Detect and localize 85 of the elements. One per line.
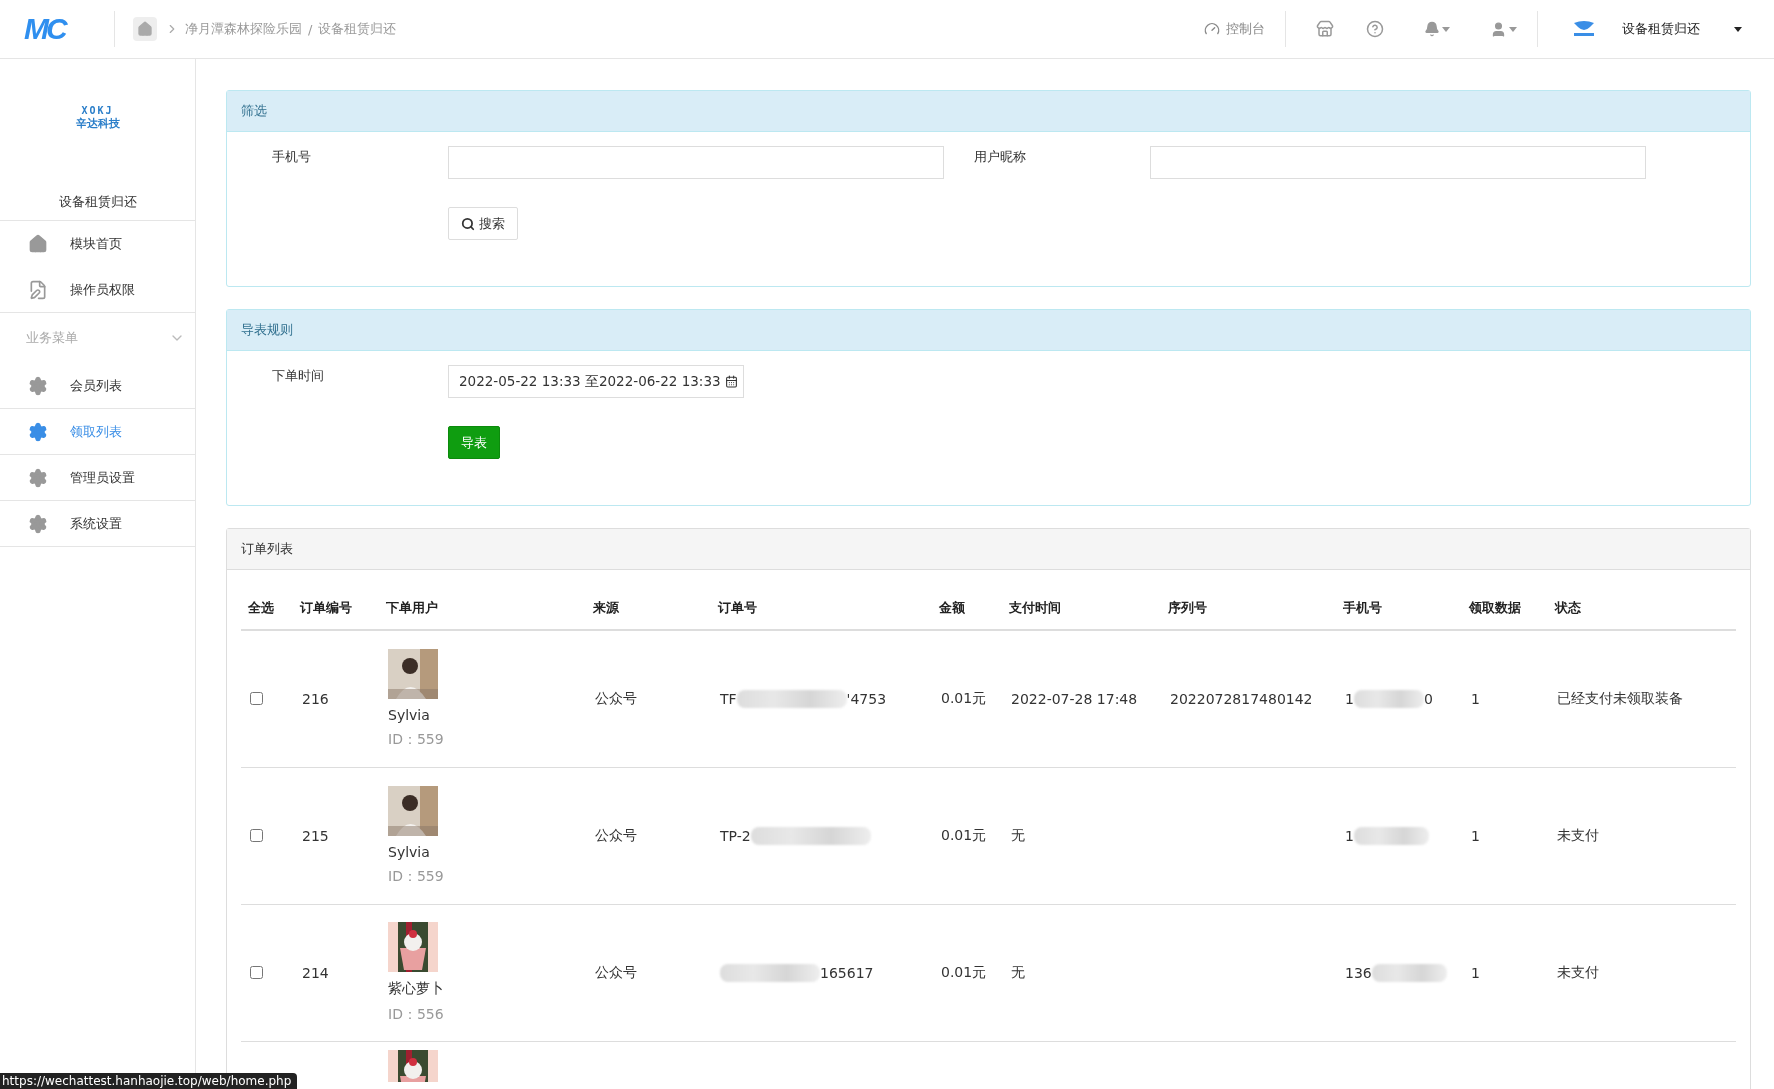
field-label: 用户昵称	[973, 148, 1027, 166]
search-button[interactable]: 搜索	[448, 207, 518, 240]
column-header: 来源	[592, 598, 620, 617]
table-cell-text: 1 0	[1344, 690, 1434, 708]
field-label: 下单时间	[271, 367, 325, 385]
column-header: 手机号	[1342, 598, 1383, 617]
table-cell-text: 无	[1010, 964, 1026, 982]
column-header: 支付时间	[1008, 598, 1062, 617]
redaction-blur	[1353, 690, 1424, 708]
user-id: ID：559	[388, 731, 444, 749]
table-cell-text: 0.01元	[940, 964, 988, 982]
table-cell-text: 公众号	[594, 690, 638, 708]
table-cell-text: 公众号	[594, 827, 638, 845]
console-link[interactable]: 控制台	[1204, 20, 1265, 38]
table-cell-text: 216	[301, 691, 330, 707]
panel-header: 订单列表	[227, 529, 1750, 570]
caret-icon	[1442, 26, 1450, 32]
search-icon	[461, 216, 475, 231]
column-header: 订单号	[717, 598, 758, 617]
sidebar-item[interactable]: 管理员设置	[0, 455, 195, 501]
caret-icon[interactable]	[1734, 26, 1742, 32]
row-checkbox[interactable]	[250, 691, 263, 705]
column-header: 下单用户	[385, 598, 439, 617]
column-header: 金额	[938, 598, 966, 617]
home-icon[interactable]	[133, 17, 157, 41]
document-icon	[28, 279, 48, 300]
user-id: ID：559	[388, 868, 444, 886]
table-cell-text: 已经支付未领取装备	[1556, 690, 1684, 708]
calendar-icon	[724, 375, 738, 388]
gear-icon	[28, 513, 48, 534]
table-cell: 136	[1336, 964, 1462, 982]
table-cell-text: TF '4753	[719, 690, 888, 708]
bell-icon[interactable]	[1424, 21, 1450, 37]
gear-icon	[28, 467, 48, 488]
table-cell-text: 1	[1470, 828, 1481, 844]
input-field[interactable]	[448, 146, 944, 179]
table-cell: TP-2	[711, 827, 932, 845]
column-header: 领取数据	[1467, 598, 1522, 617]
gauge-icon	[1204, 21, 1220, 37]
table-cell-text: 2022-07-28 17:48	[1010, 691, 1139, 707]
app-title[interactable]: 设备租赁归还	[1622, 20, 1700, 38]
table-cell-text: 1	[1470, 965, 1481, 981]
table-cell-text: 0.01元	[940, 690, 988, 708]
export-button[interactable]: 导表	[448, 426, 500, 459]
input-field[interactable]	[1150, 146, 1646, 179]
sidebar-item[interactable]: 系统设置	[0, 501, 195, 547]
table-cell-text: 0.01元	[940, 827, 988, 845]
user-name: Sylvia	[388, 844, 430, 860]
user-name: 紫心萝卜	[388, 980, 444, 998]
user-id: ID：556	[388, 1006, 444, 1024]
company-logo: XOKJ 辛达科技	[74, 104, 121, 132]
field-label: 手机号	[271, 148, 312, 166]
table-cell-text: 未支付	[1556, 964, 1600, 982]
table-cell-text: 无	[1010, 827, 1026, 845]
sidebar-item[interactable]: 会员列表	[0, 363, 195, 409]
home-icon	[28, 234, 48, 254]
table-cell-text: 未支付	[1556, 827, 1600, 845]
sidebar-title: 设备租赁归还	[0, 159, 195, 221]
table-cell-text: 1	[1470, 691, 1481, 707]
column-header[interactable]: 全选	[241, 598, 293, 617]
row-checkbox[interactable]	[250, 828, 263, 842]
status-url: https://wechattest.hanhaojie.top/web/home.php	[0, 1073, 298, 1089]
date-range-field[interactable]: 2022-05-22 13:33 至2022-06-22 13:33	[448, 365, 744, 398]
gear-icon	[28, 375, 48, 396]
store-icon[interactable]	[1316, 20, 1334, 38]
table-cell-text: 公众号	[594, 964, 638, 982]
column-header: 序列号	[1167, 598, 1208, 617]
gear-icon	[28, 421, 48, 442]
table-cell: 165617	[711, 964, 932, 982]
table-cell-text: 214	[301, 965, 330, 981]
column-header: 订单编号	[299, 598, 353, 617]
row-checkbox[interactable]	[250, 965, 263, 979]
sidebar-item[interactable]: 操作员权限	[0, 267, 195, 313]
user-name: Sylvia	[388, 707, 430, 723]
column-header: 状态	[1553, 598, 1582, 617]
sidebar-item[interactable]: 领取列表	[0, 409, 195, 455]
panel-header: 筛选	[227, 91, 1750, 132]
table-cell: 1	[1336, 827, 1462, 845]
user-icon[interactable]	[1490, 20, 1517, 38]
caret-icon	[1509, 26, 1517, 32]
help-icon[interactable]	[1366, 20, 1384, 38]
panel-header: 导表规则	[227, 310, 1750, 351]
sidebar-item[interactable]: 模块首页	[0, 221, 195, 267]
table-cell-text: 215	[301, 828, 330, 844]
table-cell-text: 2022072817480142	[1169, 691, 1314, 707]
